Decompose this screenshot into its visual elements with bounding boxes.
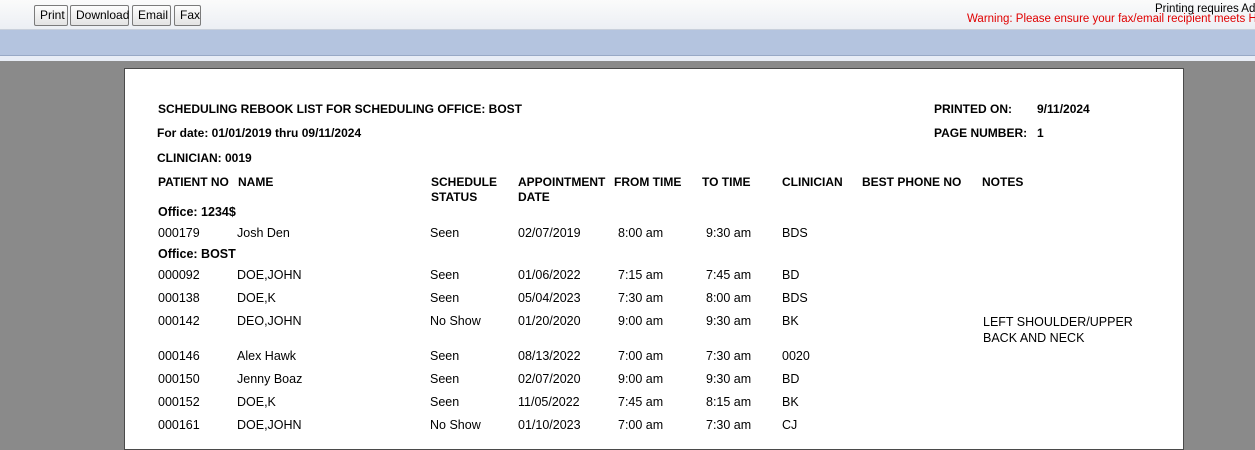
clinician-heading: CLINICIAN: 0019 — [157, 151, 252, 165]
cell-name: Josh Den — [237, 226, 290, 240]
cell-to-time: 7:45 am — [706, 268, 752, 282]
cell-clinician: BK — [782, 395, 799, 409]
cell-appointment-date: 01/10/2023 — [518, 418, 581, 432]
cell-patient-no: 000138 — [158, 291, 200, 305]
cell-schedule-status: Seen — [430, 268, 460, 282]
cell-patient-no: 000150 — [158, 372, 200, 386]
cell-name: DEO,JOHN — [237, 314, 302, 328]
office-heading: Office: 1234$ — [158, 205, 236, 219]
date-range: For date: 01/01/2019 thru 09/11/2024 — [157, 126, 362, 140]
cell-appointment-date: 01/06/2022 — [518, 268, 581, 282]
report-toolbar: Print Download Email Fax Printing requir… — [0, 0, 1255, 30]
column-header-patient-no: PATIENT NO — [158, 175, 229, 189]
email-button[interactable]: Email — [132, 5, 171, 26]
cell-appointment-date: 02/07/2020 — [518, 372, 581, 386]
cell-to-time: 9:30 am — [706, 314, 752, 328]
cell-to-time: 7:30 am — [706, 349, 752, 363]
cell-clinician: BD — [782, 268, 800, 282]
column-header-appointment-date: APPOINTMENT DATE — [518, 175, 606, 204]
report-title: SCHEDULING REBOOK LIST FOR SCHEDULING OF… — [158, 102, 523, 116]
cell-clinician: BDS — [782, 291, 808, 305]
page-number-value: 1 — [1037, 126, 1044, 140]
cell-patient-no: 000152 — [158, 395, 200, 409]
cell-schedule-status: Seen — [430, 349, 460, 363]
cell-from-time: 7:30 am — [618, 291, 664, 305]
download-button[interactable]: Download — [70, 5, 129, 26]
cell-patient-no: 000146 — [158, 349, 200, 363]
column-header-schedule-status: SCHEDULE STATUS — [431, 175, 498, 204]
cell-schedule-status: Seen — [430, 226, 460, 240]
cell-from-time: 9:00 am — [618, 372, 664, 386]
cell-appointment-date: 11/05/2022 — [518, 395, 580, 409]
cell-clinician: CJ — [782, 418, 798, 432]
cell-from-time: 7:15 am — [618, 268, 664, 282]
column-header-best-phone-no: BEST PHONE NO — [862, 175, 962, 189]
cell-schedule-status: No Show — [430, 418, 481, 432]
cell-clinician: BD — [782, 372, 800, 386]
cell-patient-no: 000179 — [158, 226, 200, 240]
cell-clinician: 0020 — [782, 349, 810, 363]
viewer-strip — [0, 56, 1255, 61]
column-header-from-time: FROM TIME — [614, 175, 682, 189]
column-header-notes: NOTES — [982, 175, 1024, 189]
cell-to-time: 8:15 am — [706, 395, 752, 409]
column-header-to-time: TO TIME — [702, 175, 751, 189]
cell-name: Jenny Boaz — [237, 372, 303, 386]
cell-from-time: 9:00 am — [618, 314, 664, 328]
cell-schedule-status: Seen — [430, 395, 460, 409]
cell-name: DOE,JOHN — [237, 418, 302, 432]
fax-button[interactable]: Fax — [174, 5, 201, 26]
cell-schedule-status: Seen — [430, 372, 460, 386]
cell-name: DOE,K — [237, 291, 276, 305]
cell-schedule-status: Seen — [430, 291, 460, 305]
cell-appointment-date: 05/04/2023 — [518, 291, 581, 305]
cell-from-time: 7:00 am — [618, 349, 664, 363]
cell-to-time: 8:00 am — [706, 291, 752, 305]
column-header-name: NAME — [238, 175, 274, 189]
cell-clinician: BK — [782, 314, 799, 328]
cell-from-time: 7:00 am — [618, 418, 664, 432]
printed-on-label: PRINTED ON: — [934, 102, 1012, 116]
viewer-subbar — [0, 30, 1255, 56]
print-button[interactable]: Print — [34, 5, 68, 26]
office-heading: Office: BOST — [158, 247, 236, 261]
printed-on-value: 9/11/2024 — [1037, 102, 1090, 116]
cell-patient-no: 000161 — [158, 418, 200, 432]
cell-to-time: 9:30 am — [706, 372, 752, 386]
cell-name: DOE,JOHN — [237, 268, 302, 282]
cell-notes: LEFT SHOULDER/UPPER BACK AND NECK — [983, 315, 1133, 345]
cell-from-time: 7:45 am — [618, 395, 664, 409]
cell-clinician: BDS — [782, 226, 808, 240]
page-number-label: PAGE NUMBER: — [934, 126, 1028, 140]
cell-patient-no: 000142 — [158, 314, 200, 328]
cell-patient-no: 000092 — [158, 268, 200, 282]
column-header-clinician: CLINICIAN — [782, 175, 843, 189]
cell-to-time: 9:30 am — [706, 226, 752, 240]
cell-from-time: 8:00 am — [618, 226, 664, 240]
cell-appointment-date: 01/20/2020 — [518, 314, 581, 328]
cell-appointment-date: 08/13/2022 — [518, 349, 581, 363]
hipaa-warning-text: Warning: Please ensure your fax/email re… — [967, 13, 1255, 25]
cell-to-time: 7:30 am — [706, 418, 752, 432]
report-page: SCHEDULING REBOOK LIST FOR SCHEDULING OF… — [124, 68, 1184, 450]
cell-appointment-date: 02/07/2019 — [518, 226, 581, 240]
cell-name: Alex Hawk — [237, 349, 297, 363]
cell-schedule-status: No Show — [430, 314, 481, 328]
cell-name: DOE,K — [237, 395, 276, 409]
